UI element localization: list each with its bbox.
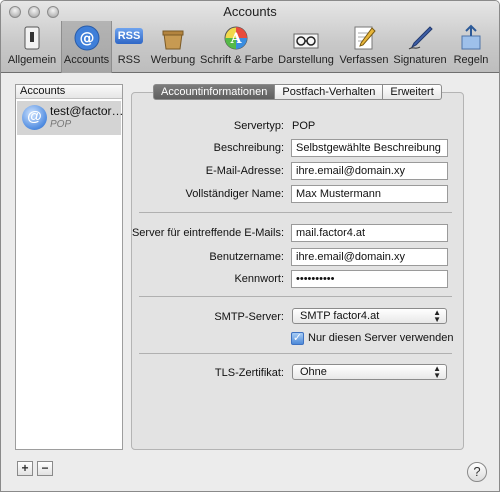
tab-postfach-verhalten[interactable]: Postfach-Verhalten bbox=[275, 84, 384, 100]
rules-icon bbox=[461, 24, 481, 50]
accounts-list-header: Accounts bbox=[16, 85, 122, 99]
pencil-paper-icon bbox=[354, 26, 376, 50]
username-label: Benutzername: bbox=[209, 251, 284, 263]
toolbar-allgemein[interactable]: Allgemein bbox=[3, 21, 61, 73]
toolbar: Allgemein @ Accounts RSS RSS Werbung A S… bbox=[1, 21, 499, 73]
fountain-pen-icon bbox=[408, 26, 433, 50]
divider bbox=[139, 296, 452, 297]
only-this-server-checkbox[interactable]: ✓ bbox=[291, 332, 304, 345]
email-label: E-Mail-Adresse: bbox=[205, 165, 284, 177]
smtp-server-popup[interactable]: SMTP factor4.at ▲ ▼ bbox=[292, 308, 447, 324]
add-account-button[interactable]: + bbox=[17, 461, 33, 476]
toolbar-signaturen[interactable]: Signaturen bbox=[391, 21, 449, 73]
account-type: POP bbox=[50, 119, 72, 130]
color-wheel-icon: A bbox=[224, 26, 248, 50]
toolbar-label: Signaturen bbox=[393, 54, 447, 66]
toolbar-schrift-farbe[interactable]: A Schrift & Farbe bbox=[200, 21, 274, 73]
tls-certificate-value: Ohne bbox=[300, 366, 327, 378]
toolbar-label: RSS bbox=[117, 54, 141, 66]
toolbar-regeln[interactable]: Regeln bbox=[450, 21, 492, 73]
servertyp-value: POP bbox=[292, 120, 316, 132]
toolbar-label: Schrift & Farbe bbox=[200, 54, 274, 66]
toolbar-rss[interactable]: RSS RSS bbox=[113, 21, 145, 73]
toolbar-label: Accounts bbox=[63, 54, 110, 66]
toolbar-label: Verfassen bbox=[339, 54, 389, 66]
divider bbox=[139, 353, 452, 354]
tab-erweitert[interactable]: Erweitert bbox=[383, 84, 442, 100]
email-field[interactable]: ihre.email@domain.xy bbox=[291, 162, 448, 180]
tab-accountinformationen[interactable]: Accountinformationen bbox=[153, 84, 276, 100]
at-sign-icon: @ bbox=[22, 105, 47, 130]
window-title: Accounts bbox=[223, 4, 277, 19]
account-name: test@factor… bbox=[50, 104, 124, 118]
servertyp-label: Servertyp: bbox=[233, 120, 284, 132]
only-this-server-label: Nur diesen Server verwenden bbox=[308, 332, 454, 344]
username-field[interactable]: ihre.email@domain.xy bbox=[291, 248, 448, 266]
password-field[interactable]: •••••••••• bbox=[291, 270, 448, 288]
preferences-window: Accounts Allgemein @ Accounts RSS RSS We… bbox=[0, 0, 500, 492]
switch-icon bbox=[24, 26, 40, 50]
svg-text:@: @ bbox=[79, 29, 94, 47]
svg-text:A: A bbox=[230, 31, 243, 47]
full-name-field[interactable]: Max Mustermann bbox=[291, 185, 448, 203]
accounts-list: Accounts @ test@factor… POP bbox=[15, 84, 124, 450]
junk-mail-icon bbox=[162, 30, 184, 50]
beschreibung-label: Beschreibung: bbox=[213, 142, 284, 154]
toolbar-verfassen[interactable]: Verfassen bbox=[339, 21, 389, 73]
toolbar-darstellung[interactable]: Darstellung bbox=[276, 21, 336, 73]
password-label: Kennwort: bbox=[234, 273, 284, 285]
smtp-server-value: SMTP factor4.at bbox=[300, 310, 380, 322]
smtp-server-label: SMTP-Server: bbox=[214, 311, 284, 323]
toolbar-werbung[interactable]: Werbung bbox=[148, 21, 198, 73]
toolbar-label: Werbung bbox=[150, 54, 196, 66]
account-list-item[interactable]: @ test@factor… POP bbox=[17, 101, 124, 135]
title-bar: Accounts Allgemein @ Accounts RSS RSS We… bbox=[1, 1, 499, 73]
divider bbox=[139, 212, 452, 213]
glasses-icon bbox=[293, 33, 319, 49]
toolbar-accounts[interactable]: @ Accounts bbox=[61, 21, 112, 73]
popup-arrows-icon: ▲ ▼ bbox=[433, 364, 441, 380]
incoming-server-field[interactable]: mail.factor4.at bbox=[291, 224, 448, 242]
tls-certificate-popup[interactable]: Ohne ▲ ▼ bbox=[292, 364, 447, 380]
toolbar-label: Darstellung bbox=[278, 54, 334, 66]
rss-icon: RSS bbox=[115, 28, 143, 44]
full-name-label: Vollständiger Name: bbox=[185, 188, 284, 200]
tls-certificate-label: TLS-Zertifikat: bbox=[214, 367, 284, 379]
popup-arrows-icon: ▲ ▼ bbox=[433, 308, 441, 324]
at-sign-icon: @ bbox=[74, 25, 99, 51]
incoming-server-label: Server für eintreffende E-Mails: bbox=[131, 227, 284, 239]
beschreibung-field[interactable]: Selbstgewählte Beschreibung bbox=[291, 139, 448, 157]
toolbar-label: Allgemein bbox=[7, 54, 57, 66]
toolbar-label: Regeln bbox=[453, 54, 489, 66]
help-button[interactable]: ? bbox=[467, 462, 487, 482]
remove-account-button[interactable]: − bbox=[37, 461, 53, 476]
settings-tabs: Accountinformationen Postfach-Verhalten … bbox=[153, 84, 442, 100]
